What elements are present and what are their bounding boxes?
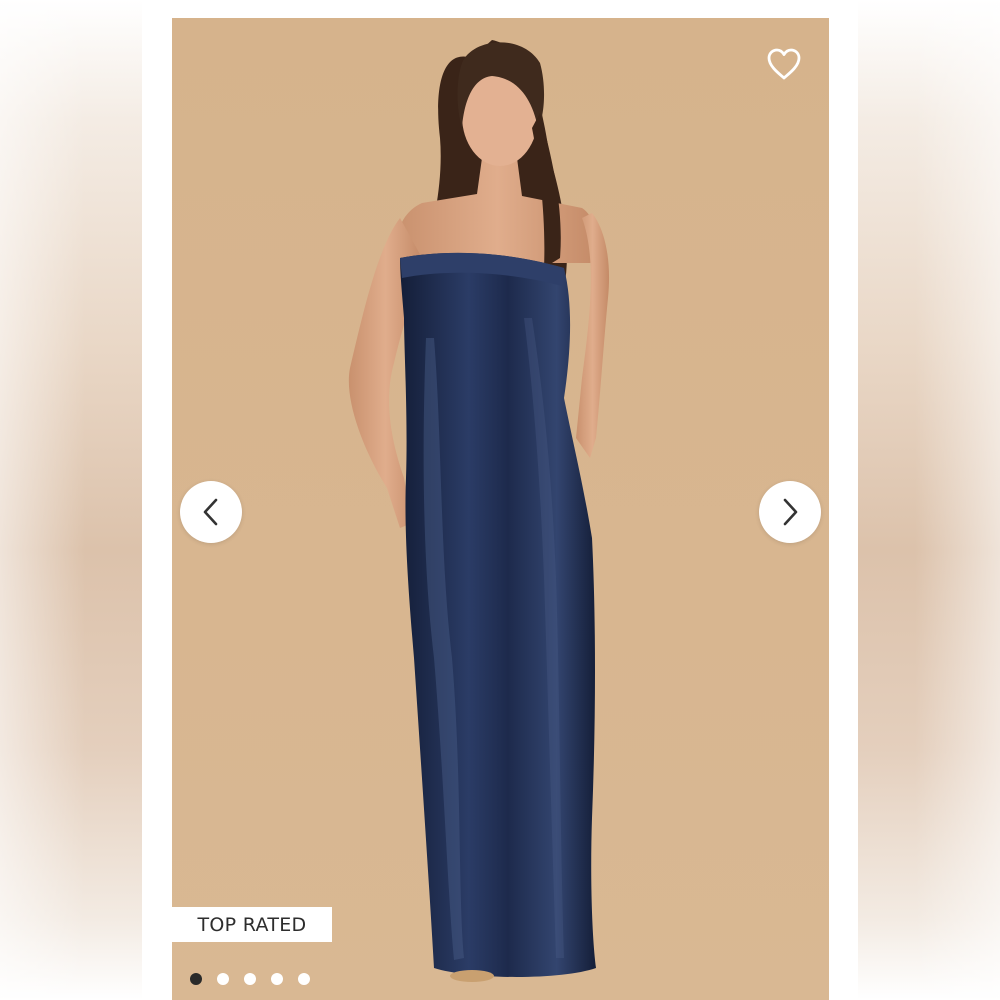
heart-outline-icon: [767, 48, 801, 80]
favorite-button[interactable]: [762, 42, 806, 86]
slide-dot-4[interactable]: [271, 973, 283, 985]
slide-dot-2[interactable]: [217, 973, 229, 985]
product-photo: [172, 18, 829, 1000]
slide-indicator: [190, 972, 310, 986]
previous-image-button[interactable]: [180, 481, 242, 543]
chevron-left-icon: [203, 498, 218, 526]
model-in-dress-illustration: [172, 18, 829, 1000]
top-rated-badge: TOP RATED: [172, 907, 332, 942]
left-blurred-backdrop: [0, 0, 142, 1000]
slide-dot-3[interactable]: [244, 973, 256, 985]
next-image-button[interactable]: [759, 481, 821, 543]
slide-dot-5[interactable]: [298, 973, 310, 985]
chevron-right-icon: [783, 498, 798, 526]
right-blurred-backdrop: [858, 0, 1000, 1000]
slide-dot-1[interactable]: [190, 973, 202, 985]
